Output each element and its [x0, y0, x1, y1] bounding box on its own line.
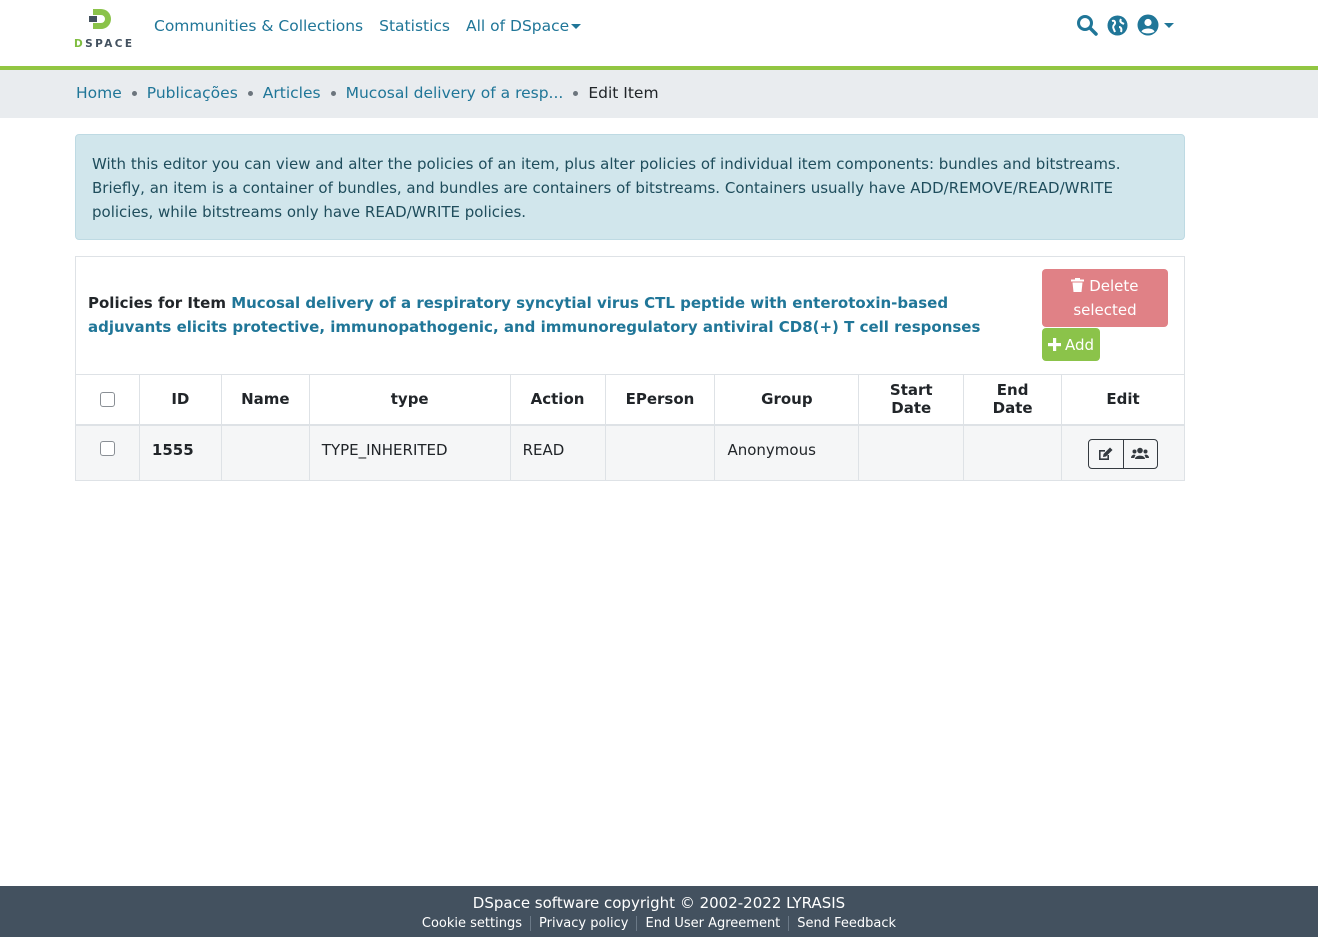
select-all-cell — [75, 374, 140, 426]
breadcrumb: Home Publicações Articles Mucosal delive… — [76, 84, 659, 102]
breadcrumb-home[interactable]: Home — [76, 84, 122, 102]
info-alert: With this editor you can view and alter … — [75, 134, 1185, 240]
policies-label: Policies for Item — [88, 294, 226, 312]
column-header-edit: Edit — [1061, 374, 1185, 426]
row-checkbox[interactable] — [99, 440, 115, 456]
caret-down-icon — [571, 24, 582, 29]
cell-type: TYPE_INHERITED — [308, 424, 511, 481]
breadcrumb-separator — [573, 90, 579, 96]
cell-start-date — [858, 424, 965, 481]
footer-links: Cookie settings Privacy policy End User … — [0, 916, 1318, 931]
header-actions — [1076, 14, 1183, 36]
cell-name — [220, 424, 310, 481]
user-menu-toggle[interactable] — [1137, 14, 1174, 36]
nav-communities-collections[interactable]: Communities & Collections — [154, 17, 363, 35]
column-header-type[interactable]: type — [308, 374, 511, 426]
breadcrumb-separator — [330, 90, 336, 96]
breadcrumb-item[interactable]: Mucosal delivery of a resp... — [346, 84, 564, 102]
select-all-checkbox[interactable] — [99, 391, 115, 407]
column-header-end-date[interactable]: End Date — [963, 374, 1063, 426]
cell-edit — [1061, 424, 1185, 481]
edit-policy-button[interactable] — [1089, 440, 1123, 468]
cell-end-date — [963, 424, 1063, 481]
column-header-action[interactable]: Action — [509, 374, 606, 426]
column-header-eperson[interactable]: EPerson — [604, 374, 716, 426]
caret-down-icon — [1164, 22, 1174, 28]
policies-table: ID Name type Action EPerson Group Start … — [75, 374, 1185, 481]
main-nav: Communities & Collections Statistics All… — [154, 17, 597, 35]
delete-label-line2: selected — [1073, 301, 1137, 319]
delete-selected-button[interactable]: Delete selected — [1042, 269, 1168, 327]
footer-link-privacy-policy[interactable]: Privacy policy — [530, 916, 636, 931]
footer-copyright: DSpace software copyright © 2002-2022 LY… — [472, 894, 846, 912]
nav-all-of-dspace-label: All of DSpace — [466, 17, 570, 35]
table-row: 1555 TYPE_INHERITED READ Anonymous — [75, 424, 1185, 481]
breadcrumb-articles[interactable]: Articles — [263, 84, 321, 102]
logo-wordmark: DSPACE — [74, 38, 135, 50]
footer-link-send-feedback[interactable]: Send Feedback — [788, 916, 904, 931]
column-header-start-date[interactable]: Start Date — [858, 374, 965, 426]
info-alert-text: With this editor you can view and alter … — [92, 155, 1121, 221]
globe-icon[interactable] — [1107, 15, 1128, 36]
add-policy-button[interactable]: Add — [1042, 328, 1100, 361]
site-footer: DSpace software copyright © 2002-2022 LY… — [0, 886, 1318, 937]
cell-action: READ — [509, 424, 606, 481]
cell-eperson — [604, 424, 716, 481]
breadcrumb-current: Edit Item — [588, 84, 659, 102]
dspace-logo-mark — [89, 9, 111, 29]
breadcrumb-separator — [131, 90, 137, 96]
plus-icon — [1047, 338, 1061, 351]
policies-heading: Policies for Item Mucosal delivery of a … — [88, 291, 988, 339]
column-header-name[interactable]: Name — [220, 374, 310, 426]
policies-card: Policies for Item Mucosal delivery of a … — [75, 256, 1185, 481]
trash-icon — [1071, 278, 1085, 292]
edit-icon — [1099, 447, 1113, 460]
row-select-cell — [75, 424, 140, 481]
cell-id: 1555 — [138, 424, 222, 481]
nav-all-of-dspace[interactable]: All of DSpace — [466, 17, 582, 35]
dspace-logo[interactable]: DSPACE — [74, 6, 134, 54]
add-label: Add — [1064, 335, 1095, 354]
column-header-group[interactable]: Group — [714, 374, 860, 426]
delete-label-line1: Delete — [1089, 277, 1139, 295]
table-header-row: ID Name type Action EPerson Group Start … — [75, 374, 1185, 426]
cell-group: Anonymous — [714, 424, 860, 481]
user-icon — [1137, 14, 1159, 36]
column-header-id[interactable]: ID — [138, 374, 222, 426]
edit-button-group — [1088, 438, 1159, 469]
breadcrumb-separator — [247, 90, 253, 96]
users-icon — [1131, 447, 1150, 459]
footer-link-cookie-settings[interactable]: Cookie settings — [414, 916, 530, 931]
breadcrumb-bar: Home Publicações Articles Mucosal delive… — [0, 70, 1318, 118]
breadcrumb-publicacoes[interactable]: Publicações — [147, 84, 238, 102]
site-header: DSPACE Communities & Collections Statist… — [0, 0, 1318, 66]
search-icon[interactable] — [1076, 14, 1098, 36]
footer-link-end-user-agreement[interactable]: End User Agreement — [636, 916, 788, 931]
nav-statistics[interactable]: Statistics — [379, 17, 450, 35]
edit-group-button[interactable] — [1122, 439, 1158, 468]
